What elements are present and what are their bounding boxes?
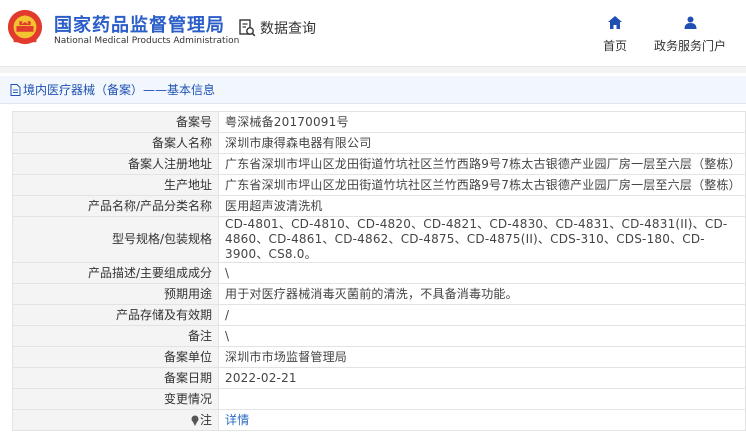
nav-home-label: 首页 xyxy=(602,39,627,53)
site-header: 国家药品监督管理局 National Medical Products Admi… xyxy=(0,0,746,66)
table-row: 注 详情 xyxy=(12,409,746,431)
table-row: 备案单位 深圳市市场监督管理局 xyxy=(12,346,746,368)
national-emblem-icon xyxy=(7,9,43,45)
row-key: 备注 xyxy=(12,325,219,347)
pin-icon xyxy=(191,415,199,426)
row-key: 备案人名称 xyxy=(12,132,219,154)
row-key: 产品名称/产品分类名称 xyxy=(12,195,219,217)
table-row: 型号规格/包装规格 CD-4801、CD-4810、CD-4820、CD-482… xyxy=(12,216,746,263)
row-value: 粤深械备20170091号 xyxy=(218,111,746,133)
table-row: 备案日期 2022-02-21 xyxy=(12,367,746,389)
data-query-link[interactable]: 数据查询 xyxy=(238,18,316,38)
details-link[interactable]: 详情 xyxy=(225,413,249,427)
panel-title: 境内医疗器械（备案）——基本信息 xyxy=(23,83,216,97)
record-table: 备案号 粤深械备20170091号 备案人名称 深圳市康得森电器有限公司 备案人… xyxy=(12,111,746,431)
row-value: 详情 xyxy=(218,409,746,431)
table-row: 预期用途 用于对医疗器械消毒灭菌前的清洗，不具备消毒功能。 xyxy=(12,283,746,305)
row-key: 预期用途 xyxy=(12,283,219,305)
nav-service-portal[interactable]: 政务服务门户 xyxy=(650,14,730,54)
row-value: 用于对医疗器械消毒灭菌前的清洗，不具备消毒功能。 xyxy=(218,283,746,305)
row-value: / xyxy=(218,304,746,326)
search-doc-icon xyxy=(239,19,256,37)
nav-service-label: 政务服务门户 xyxy=(653,39,726,53)
row-key: 产品描述/主要组成成分 xyxy=(12,262,219,284)
row-value: \ xyxy=(218,325,746,347)
table-row: 备注 \ xyxy=(12,325,746,347)
row-key: 产品存储及有效期 xyxy=(12,304,219,326)
row-value: \ xyxy=(218,262,746,284)
row-value: 广东省深圳市坪山区龙田街道竹坑社区兰竹西路9号7栋太古银德产业园厂房一层至六层（… xyxy=(218,153,746,175)
detail-panel: 境内医疗器械（备案）——基本信息 备案号 粤深械备20170091号 备案人名称… xyxy=(0,76,746,437)
row-key: 备案号 xyxy=(12,111,219,133)
table-row: 备案号 粤深械备20170091号 xyxy=(12,111,746,133)
row-value: 深圳市康得森电器有限公司 xyxy=(218,132,746,154)
row-key: 备案单位 xyxy=(12,346,219,368)
table-row: 生产地址 广东省深圳市坪山区龙田街道竹坑社区兰竹西路9号7栋太古银德产业园厂房一… xyxy=(12,174,746,196)
table-row: 产品存储及有效期 / xyxy=(12,304,746,326)
note-key: 注 xyxy=(12,409,219,431)
row-key: 型号规格/包装规格 xyxy=(12,216,219,263)
table-row: 产品描述/主要组成成分 \ xyxy=(12,262,746,284)
row-key: 备案人注册地址 xyxy=(12,153,219,175)
table-row: 产品名称/产品分类名称 医用超声波清洗机 xyxy=(12,195,746,217)
row-value xyxy=(218,388,746,410)
table-row: 变更情况 xyxy=(12,388,746,410)
panel-title-bar: 境内医疗器械（备案）——基本信息 xyxy=(0,76,746,104)
note-key-label: 注 xyxy=(199,413,212,427)
table-row: 备案人名称 深圳市康得森电器有限公司 xyxy=(12,132,746,154)
row-value: 广东省深圳市坪山区龙田街道竹坑社区兰竹西路9号7栋太古银德产业园厂房一层至六层（… xyxy=(218,174,746,196)
header-divider xyxy=(0,66,746,73)
row-value: 深圳市市场监督管理局 xyxy=(218,346,746,368)
site-title[interactable]: 国家药品监督管理局 xyxy=(54,11,225,37)
document-icon xyxy=(10,83,21,96)
user-icon xyxy=(684,16,696,29)
row-value: 医用超声波清洗机 xyxy=(218,195,746,217)
row-value: 2022-02-21 xyxy=(218,367,746,389)
table-row: 备案人注册地址 广东省深圳市坪山区龙田街道竹坑社区兰竹西路9号7栋太古银德产业园… xyxy=(12,153,746,175)
home-icon xyxy=(608,16,622,29)
site-subtitle: National Medical Products Administration xyxy=(54,36,240,46)
data-query-label: 数据查询 xyxy=(260,21,316,37)
nav-home[interactable]: 首页 xyxy=(598,14,632,54)
row-key: 生产地址 xyxy=(12,174,219,196)
row-key: 变更情况 xyxy=(12,388,219,410)
row-value: CD-4801、CD-4810、CD-4820、CD-4821、CD-4830、… xyxy=(218,216,746,263)
row-key: 备案日期 xyxy=(12,367,219,389)
